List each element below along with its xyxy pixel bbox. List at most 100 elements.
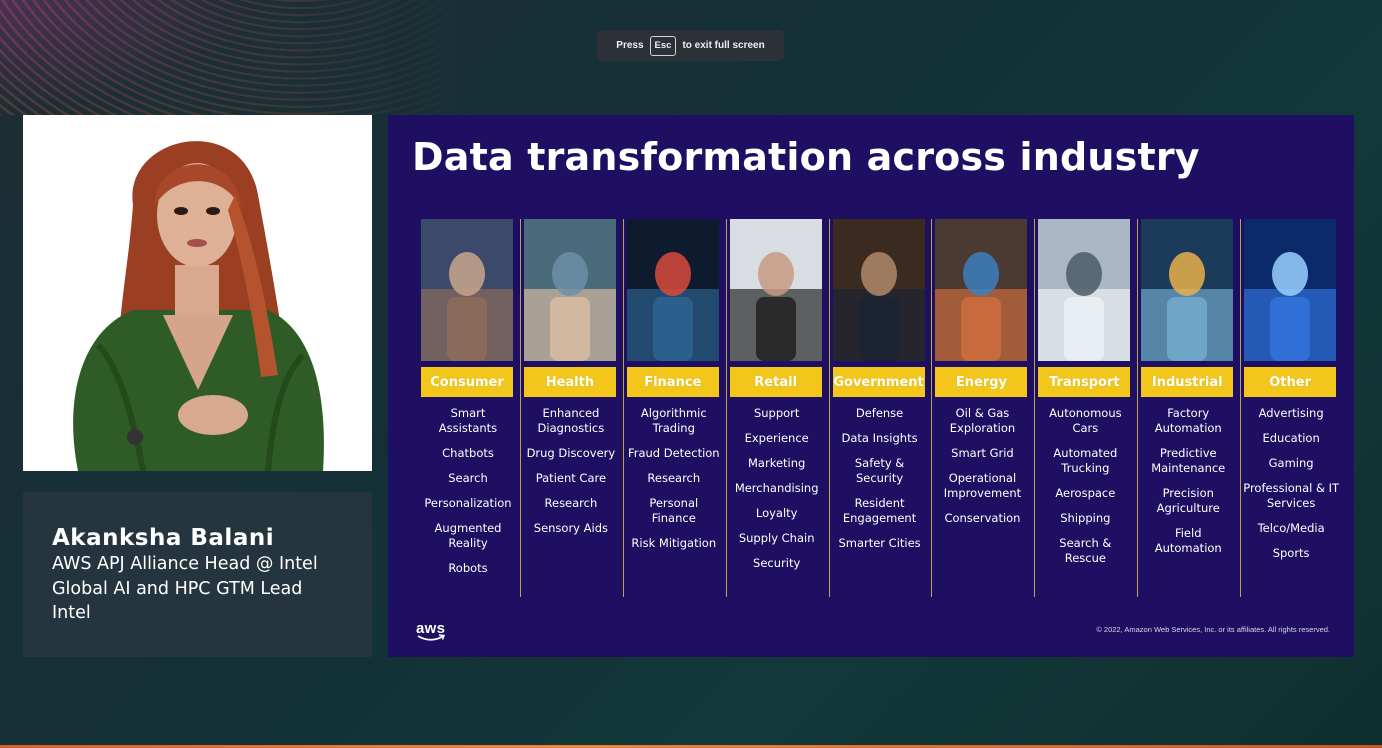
use-case-item: Marketing bbox=[748, 456, 806, 470]
use-case-item: Robots bbox=[448, 561, 488, 575]
speaker-name-card: Akanksha Balani AWS APJ Alliance Head @ … bbox=[23, 492, 372, 657]
industry-label: Transport bbox=[1038, 367, 1131, 397]
use-case-item: Smart Assistants bbox=[438, 406, 498, 435]
use-case-item: Telco/Media bbox=[1257, 521, 1325, 535]
use-case-item: Sensory Aids bbox=[533, 521, 608, 535]
industry-column-energy: Energy Oil & Gas Exploration Smart Grid Ope… bbox=[932, 219, 1036, 597]
use-case-item: Supply Chain bbox=[738, 531, 815, 545]
fullscreen-hint-suffix: to exit full screen bbox=[682, 40, 765, 51]
use-case-item: Gaming bbox=[1268, 456, 1314, 470]
use-case-item: Personal Finance bbox=[649, 496, 699, 525]
use-case-item: Precision Agriculture bbox=[1156, 486, 1220, 515]
industry-column-finance: Finance Algorithmic Trading Fraud Detectio… bbox=[624, 219, 727, 597]
use-case-item: Safety & Security bbox=[854, 456, 905, 485]
use-case-item: Factory Automation bbox=[1154, 406, 1222, 435]
use-case-item: Professional & IT Services bbox=[1243, 481, 1340, 510]
use-case-item: Defense bbox=[855, 406, 904, 420]
industry-label: Industrial bbox=[1141, 367, 1234, 397]
industry-use-case-list: Advertising Education Gaming Professional &… bbox=[1241, 406, 1341, 571]
use-case-item: Drug Discovery bbox=[526, 446, 616, 460]
use-case-item: Research bbox=[544, 496, 598, 510]
speaker-title-line-1: AWS APJ Alliance Head @ Intel bbox=[52, 554, 318, 574]
aws-logo: aws bbox=[416, 620, 445, 641]
use-case-item: Personalization bbox=[424, 496, 512, 510]
use-case-item: Risk Mitigation bbox=[631, 536, 717, 550]
industry-photo-consumer bbox=[421, 219, 513, 361]
speaker-name: Akanksha Balani bbox=[52, 525, 275, 551]
industry-column-transport: Transport Autonomous Cars Automated Trucki… bbox=[1035, 219, 1139, 597]
background-arcs bbox=[0, 0, 480, 115]
industry-label: Other bbox=[1244, 367, 1337, 397]
presentation-slide: Data transformation across industry Cons… bbox=[388, 115, 1354, 657]
speaker-title-line-2: Global AI and HPC GTM Lead bbox=[52, 578, 303, 599]
industry-label: Energy bbox=[935, 367, 1028, 397]
industry-photo-other bbox=[1244, 219, 1337, 361]
slide-title: Data transformation across industry bbox=[412, 135, 1200, 179]
industry-use-case-list: Factory Automation Predictive Maintenance… bbox=[1138, 406, 1238, 566]
use-case-item: Smarter Cities bbox=[838, 536, 921, 550]
use-case-item: Operational Improvement bbox=[943, 471, 1022, 500]
industry-label: Retail bbox=[729, 367, 822, 397]
speaker-company: Intel bbox=[52, 603, 91, 623]
industry-column-health: Health Enhanced Diagnostics Drug Discovery… bbox=[521, 219, 624, 597]
industry-label: Government bbox=[832, 367, 925, 397]
use-case-item: Aerospace bbox=[1055, 486, 1116, 500]
use-case-item: Conservation bbox=[944, 511, 1021, 525]
use-case-item: Loyalty bbox=[755, 506, 798, 520]
industry-use-case-list: Oil & Gas Exploration Smart Grid Operation… bbox=[932, 406, 1032, 536]
use-case-item: Predictive Maintenance bbox=[1151, 446, 1226, 475]
use-case-item: Search & Rescue bbox=[1059, 536, 1112, 565]
use-case-item: Education bbox=[1262, 431, 1320, 445]
industry-photo-health bbox=[523, 219, 616, 361]
industry-photo-energy bbox=[935, 219, 1028, 361]
use-case-item: Oil & Gas Exploration bbox=[949, 406, 1016, 435]
speaker-video bbox=[23, 115, 372, 471]
slide-copyright: © 2022, Amazon Web Services, Inc. or its… bbox=[1096, 625, 1330, 634]
industry-photo-finance bbox=[626, 219, 719, 361]
industry-column-consumer: Consumer Smart Assistants Chatbots Search Pe… bbox=[418, 219, 521, 597]
use-case-item: Fraud Detection bbox=[627, 446, 720, 460]
industry-column-industrial: Industrial Factory Automation Predictive M… bbox=[1138, 219, 1242, 597]
use-case-item: Search bbox=[448, 471, 488, 485]
industry-label: Consumer bbox=[421, 367, 513, 397]
use-case-item: Experience bbox=[744, 431, 809, 445]
industry-label: Health bbox=[523, 367, 616, 397]
industry-use-case-list: Enhanced Diagnostics Drug Discovery Patien… bbox=[521, 406, 621, 546]
use-case-item: Automated Trucking bbox=[1053, 446, 1118, 475]
industry-use-case-list: Autonomous Cars Automated Trucking Aerospa… bbox=[1035, 406, 1135, 576]
aws-smile-icon bbox=[417, 634, 445, 641]
industry-use-case-list: Defense Data Insights Safety & Security Res… bbox=[830, 406, 930, 561]
use-case-item: Smart Grid bbox=[951, 446, 1014, 460]
use-case-item: Shipping bbox=[1060, 511, 1111, 525]
use-case-item: Patient Care bbox=[535, 471, 607, 485]
speaker-video-image bbox=[23, 115, 372, 471]
industry-use-case-list: Support Experience Marketing Merchandising L… bbox=[727, 406, 827, 581]
use-case-item: Sports bbox=[1272, 546, 1310, 560]
use-case-item: Chatbots bbox=[442, 446, 494, 460]
use-case-item: Security bbox=[753, 556, 801, 570]
industry-photo-government bbox=[832, 219, 925, 361]
industry-columns: Consumer Smart Assistants Chatbots Search Pe… bbox=[418, 219, 1344, 597]
fullscreen-hint-prefix: Press bbox=[616, 40, 644, 51]
industry-column-government: Government Defense Data Insights Safety & S… bbox=[830, 219, 933, 597]
fullscreen-exit-hint: Press Esc to exit full screen bbox=[597, 30, 784, 61]
use-case-item: Resident Engagement bbox=[842, 496, 917, 525]
use-case-item: Advertising bbox=[1258, 406, 1324, 420]
use-case-item: Research bbox=[647, 471, 701, 485]
industry-use-case-list: Smart Assistants Chatbots Search Personaliz… bbox=[418, 406, 518, 586]
use-case-item: Field Automation bbox=[1154, 526, 1222, 555]
industry-photo-retail bbox=[729, 219, 822, 361]
esc-key-badge: Esc bbox=[649, 35, 677, 56]
industry-column-other: Other Advertising Education Gaming Professio… bbox=[1241, 219, 1344, 597]
industry-use-case-list: Algorithmic Trading Fraud Detection Resear… bbox=[624, 406, 724, 561]
use-case-item: Enhanced Diagnostics bbox=[537, 406, 605, 435]
use-case-item: Merchandising bbox=[734, 481, 819, 495]
use-case-item: Algorithmic Trading bbox=[640, 406, 707, 435]
use-case-item: Support bbox=[753, 406, 800, 420]
use-case-item: Augmented Reality bbox=[434, 521, 502, 550]
industry-column-retail: Retail Support Experience Marketing Merchand… bbox=[727, 219, 830, 597]
use-case-item: Data Insights bbox=[841, 431, 918, 445]
use-case-item: Autonomous Cars bbox=[1049, 406, 1122, 435]
industry-photo-industrial bbox=[1141, 219, 1234, 361]
industry-label: Finance bbox=[626, 367, 719, 397]
